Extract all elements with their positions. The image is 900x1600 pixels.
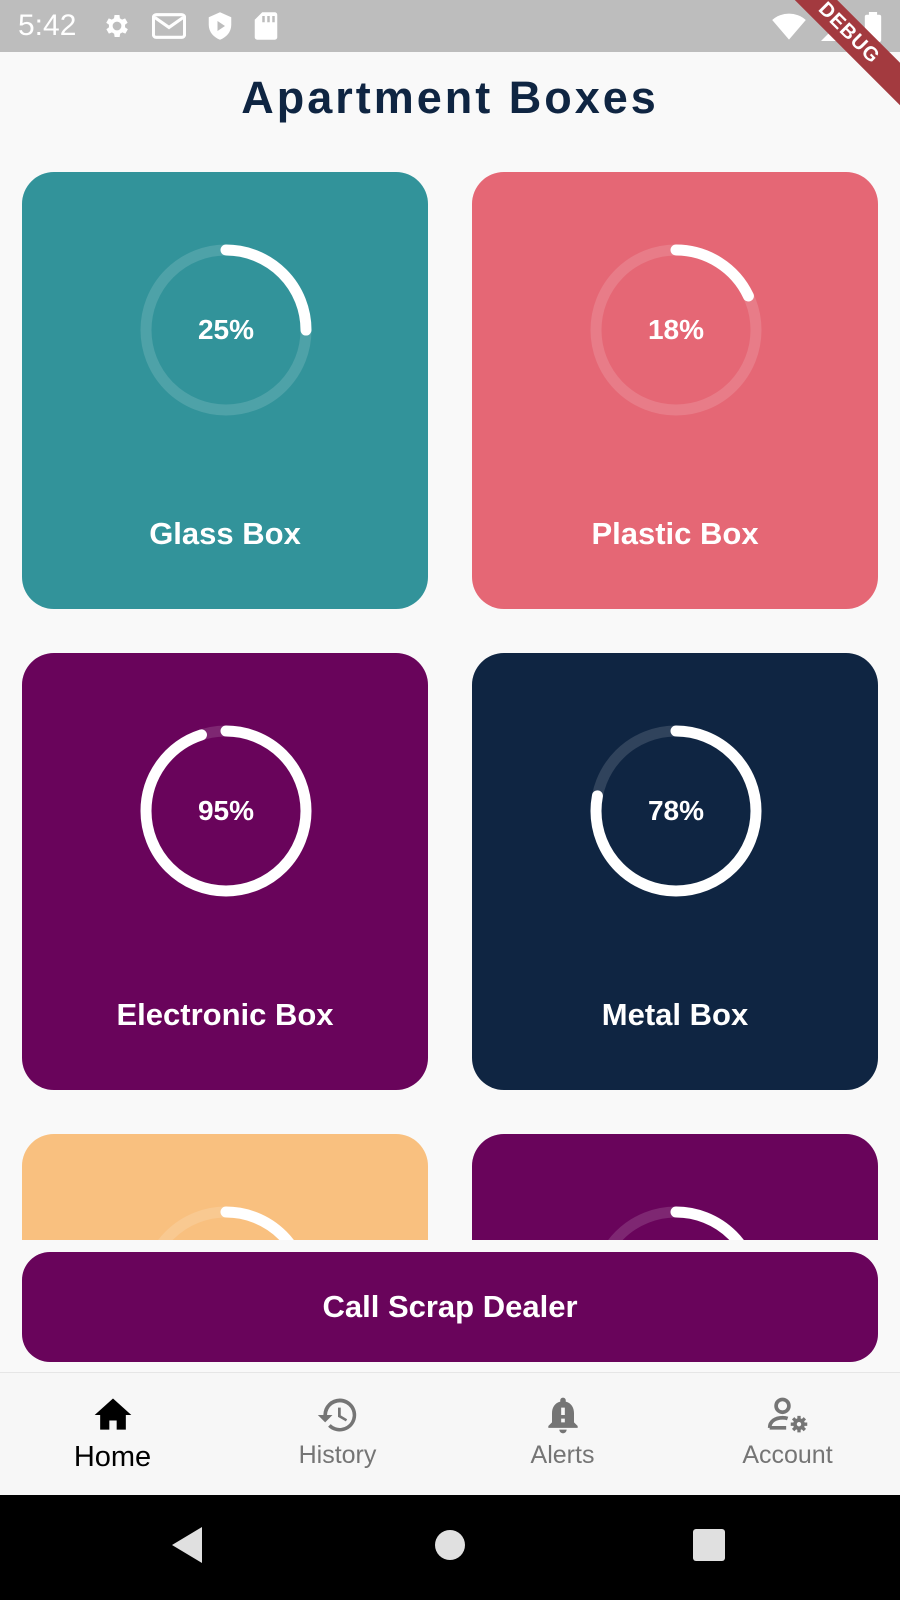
nav-label: History (298, 1441, 377, 1469)
box-name: Plastic Box (591, 516, 759, 551)
status-bar: 5:42 (0, 0, 900, 52)
sd-card-icon (254, 11, 278, 41)
recents-icon[interactable] (692, 1525, 726, 1570)
bottom-nav: Home History Alerts Account (0, 1372, 900, 1496)
app-screen: 5:42 DEBUG Apartment Boxes 25% Glass Box… (0, 0, 900, 1600)
box-name: Electronic Box (116, 997, 334, 1032)
box-name: Metal Box (601, 997, 749, 1032)
box-card-partial-orange[interactable] (22, 1134, 428, 1240)
shield-play-icon (206, 11, 234, 41)
box-card-electronic[interactable]: 95% Electronic Box (22, 653, 428, 1090)
gmail-icon (152, 11, 187, 41)
box-card-partial-purple[interactable] (472, 1134, 878, 1240)
status-time: 5:42 (18, 9, 77, 42)
box-card-glass[interactable]: 25% Glass Box (22, 172, 428, 609)
wifi-icon (772, 13, 806, 46)
box-card-plastic[interactable]: 18% Plastic Box (472, 172, 878, 609)
nav-label: Alerts (530, 1441, 595, 1469)
home-icon (94, 1398, 131, 1430)
nav-item-account[interactable]: Account (675, 1373, 900, 1496)
nav-label: Account (742, 1441, 833, 1469)
nav-item-home[interactable]: Home (0, 1373, 225, 1496)
nav-item-history[interactable]: History (225, 1373, 450, 1496)
home-circle-icon[interactable] (434, 1525, 466, 1570)
history-icon (317, 1398, 356, 1432)
back-icon[interactable] (170, 1525, 206, 1570)
progress-ring (140, 1206, 312, 1240)
box-fill-percent: 18% (647, 314, 705, 345)
box-fill-percent: 95% (197, 795, 255, 826)
system-nav-bar (0, 1495, 900, 1600)
call-scrap-dealer-button[interactable]: Call Scrap Dealer (22, 1252, 878, 1362)
alert-bell-icon (547, 1397, 578, 1434)
nav-item-alerts[interactable]: Alerts (450, 1373, 675, 1496)
gear-icon (102, 11, 132, 41)
box-name: Glass Box (149, 516, 301, 551)
page-title: Apartment Boxes (241, 72, 659, 123)
box-grid-viewport[interactable]: 25% Glass Box 18% Plastic Box 95% Electr… (22, 172, 878, 1240)
nav-label: Home (73, 1441, 152, 1473)
box-grid: 25% Glass Box 18% Plastic Box 95% Electr… (22, 172, 878, 1240)
box-fill-percent: 78% (647, 795, 705, 826)
account-settings-icon (767, 1397, 807, 1433)
box-card-metal[interactable]: 78% Metal Box (472, 653, 878, 1090)
progress-ring (590, 1206, 762, 1240)
box-fill-percent: 25% (197, 314, 255, 345)
